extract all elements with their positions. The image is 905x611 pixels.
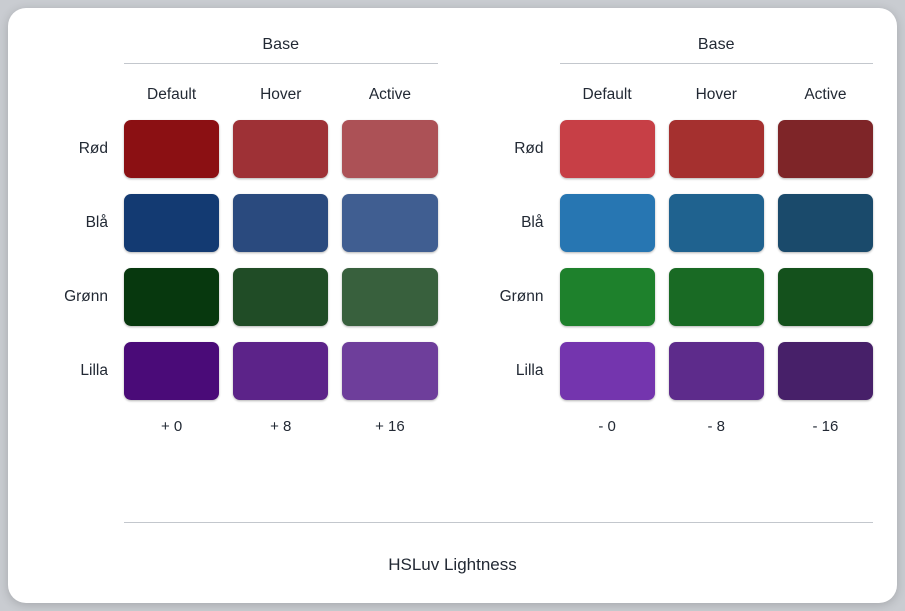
base-title-right: Base (697, 36, 735, 53)
swatch-green-active-right[interactable] (777, 268, 874, 326)
swatch-green-hover-left[interactable] (233, 268, 329, 326)
base-header-content: Base (124, 36, 438, 64)
swatch-green-default-right[interactable] (559, 268, 655, 326)
column-header-spacer-right (468, 86, 560, 104)
panel-gap (438, 36, 468, 603)
swatches-blue-right (559, 194, 874, 252)
footer-divider (124, 522, 873, 523)
base-title-left: Base (262, 36, 300, 53)
swatch-red-active-left[interactable] (342, 120, 438, 178)
column-header-active-left: Active (368, 86, 412, 103)
column-header-row-left: Default Hover Active (32, 86, 438, 104)
swatch-purple-hover-right[interactable] (668, 342, 764, 400)
panels-container: Base Default Hover Active Rød Blå Grønn … (8, 8, 897, 603)
row-label-red-left: Rød (78, 140, 108, 157)
swatches-blue-left (124, 194, 438, 252)
row-label-blue-right: Blå (521, 214, 544, 231)
panel-left: Base Default Hover Active Rød Blå Grønn … (32, 36, 438, 603)
swatches-purple-right (559, 342, 874, 400)
delta-label-hover-left: + 8 (270, 418, 292, 435)
swatch-row-red-right: Rød (468, 120, 874, 178)
swatch-purple-active-left[interactable] (342, 342, 438, 400)
swatches-red-left (124, 120, 438, 178)
swatch-red-active-right[interactable] (777, 120, 874, 178)
swatch-blue-active-left[interactable] (342, 194, 438, 252)
row-label-red-right: Rød (514, 140, 544, 157)
swatch-red-hover-left[interactable] (233, 120, 329, 178)
swatch-purple-default-left[interactable] (124, 342, 220, 400)
column-headers-left: Default Hover Active (124, 86, 438, 104)
swatch-blue-active-right[interactable] (777, 194, 874, 252)
swatch-green-default-left[interactable] (124, 268, 220, 326)
swatch-row-purple-right: Lilla (468, 342, 874, 400)
delta-spacer-left (32, 418, 124, 435)
row-label-green-left: Grønn (64, 288, 108, 305)
swatch-row-red-left: Rød (32, 120, 438, 178)
swatch-row-green-right: Grønn (468, 268, 874, 326)
column-header-row-right: Default Hover Active (468, 86, 874, 104)
base-header-row-right: Base (468, 36, 873, 64)
delta-label-default-right: - 0 (598, 418, 616, 435)
delta-labels-right: - 0 - 8 - 16 (560, 418, 874, 435)
swatch-red-default-left[interactable] (124, 120, 220, 178)
swatches-purple-left (124, 342, 438, 400)
swatch-green-hover-right[interactable] (668, 268, 764, 326)
base-header-row: Base (32, 36, 438, 64)
base-divider-left (124, 63, 438, 64)
swatches-green-right (559, 268, 874, 326)
swatch-blue-default-left[interactable] (124, 194, 220, 252)
column-header-active-right: Active (804, 86, 847, 103)
swatch-blue-hover-right[interactable] (668, 194, 764, 252)
palette-card: Base Default Hover Active Rød Blå Grønn … (8, 8, 897, 603)
swatch-purple-hover-left[interactable] (233, 342, 329, 400)
column-header-spacer-left (32, 86, 124, 104)
swatch-red-hover-right[interactable] (668, 120, 764, 178)
column-header-default-right: Default (582, 86, 632, 103)
row-label-green-right: Grønn (499, 288, 544, 305)
swatch-green-active-left[interactable] (342, 268, 438, 326)
delta-label-default-left: + 0 (160, 418, 183, 435)
delta-labels-left: + 0 + 8 + 16 (124, 418, 438, 435)
column-headers-right: Default Hover Active (560, 86, 874, 104)
delta-label-active-right: - 16 (812, 418, 839, 435)
delta-spacer-right (468, 418, 560, 435)
row-label-blue-left: Blå (85, 214, 108, 231)
swatch-purple-default-right[interactable] (559, 342, 655, 400)
column-header-hover-right: Hover (695, 86, 737, 103)
swatch-blue-default-right[interactable] (559, 194, 655, 252)
base-header-content-right: Base (559, 36, 873, 64)
screenshot-root: Base Default Hover Active Rød Blå Grønn … (0, 0, 905, 611)
row-label-purple-left: Lilla (80, 362, 108, 379)
column-header-hover-left: Hover (260, 86, 302, 103)
swatch-blue-hover-left[interactable] (233, 194, 329, 252)
row-label-purple-right: Lilla (515, 362, 544, 379)
swatch-row-blue-left: Blå (32, 194, 438, 252)
swatches-red-right (559, 120, 874, 178)
column-header-default-left: Default (147, 86, 197, 103)
base-divider-right (559, 63, 873, 64)
delta-row-right: - 0 - 8 - 16 (468, 418, 874, 435)
delta-label-active-left: + 16 (375, 418, 405, 435)
swatch-red-default-right[interactable] (559, 120, 655, 178)
delta-label-hover-right: - 8 (707, 418, 726, 435)
swatch-row-purple-left: Lilla (32, 342, 438, 400)
swatch-row-blue-right: Blå (468, 194, 874, 252)
swatches-green-left (124, 268, 438, 326)
footer-caption: HSLuv Lightness (388, 555, 517, 574)
swatch-purple-active-right[interactable] (777, 342, 874, 400)
panel-right: Base Default Hover Active Rød Blå Grønn … (468, 36, 874, 603)
footer: HSLuv Lightness (32, 522, 873, 575)
swatch-row-green-left: Grønn (32, 268, 438, 326)
delta-row-left: + 0 + 8 + 16 (32, 418, 438, 435)
